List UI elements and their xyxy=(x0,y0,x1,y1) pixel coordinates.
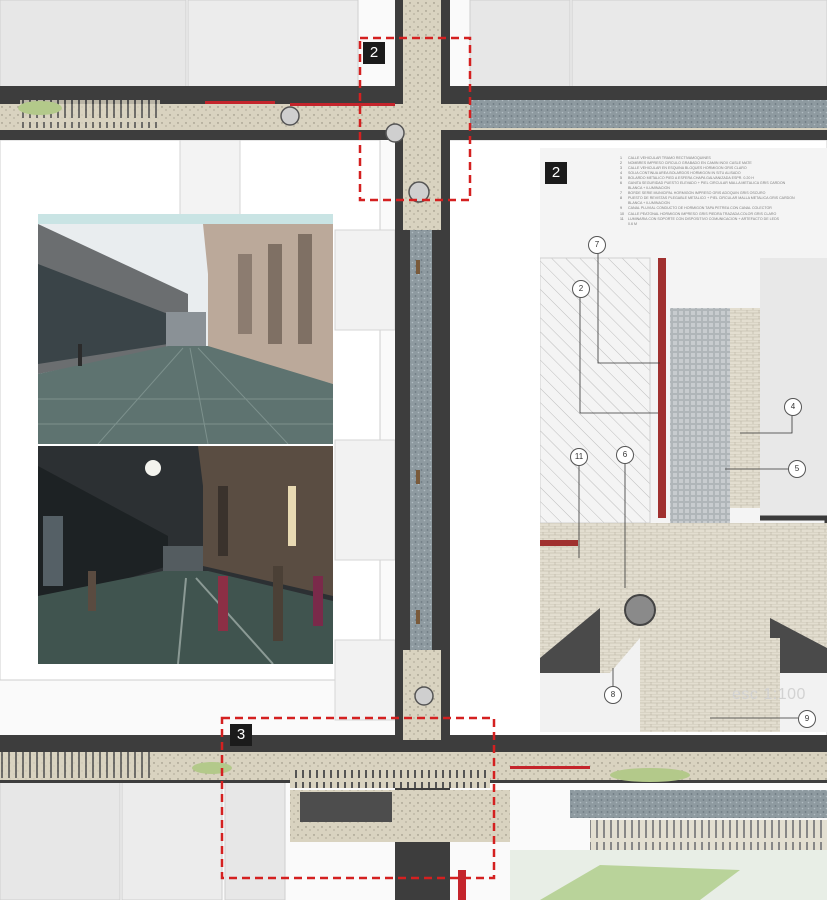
marker-7: 7 xyxy=(588,236,606,254)
panel-badge-2: 2 xyxy=(545,162,567,184)
night-street-render xyxy=(38,446,333,664)
marker-6: 6 xyxy=(616,446,634,464)
marker-8: 8 xyxy=(604,686,622,704)
marker-11: 11 xyxy=(570,448,588,466)
callout-badge-2: 2 xyxy=(363,42,385,64)
detail-plan-panel: 1 CALLE VEHICULAR TRAMO RECTIVAMOQUINES 2 N… xyxy=(540,148,827,732)
photo-top-strip xyxy=(38,214,333,224)
legend-number xyxy=(620,222,628,227)
marker-4: 4 xyxy=(784,398,802,416)
scale-label: esc 1:100 xyxy=(732,686,806,703)
marker-2: 2 xyxy=(572,280,590,298)
detail-legend: 1 CALLE VEHICULAR TRAMO RECTIVAMOQUINES 2 N… xyxy=(620,156,825,227)
legend-item: 0.6 M xyxy=(620,222,825,227)
callout-badge-3: 3 xyxy=(230,724,252,746)
marker-9: 9 xyxy=(798,710,816,728)
legend-text: LUMINARIA CON SOPORTE CON DISPOSITIVO CO… xyxy=(628,216,780,221)
day-street-render xyxy=(38,224,333,444)
marker-5: 5 xyxy=(788,460,806,478)
legend-text: 0.6 M xyxy=(628,221,637,226)
